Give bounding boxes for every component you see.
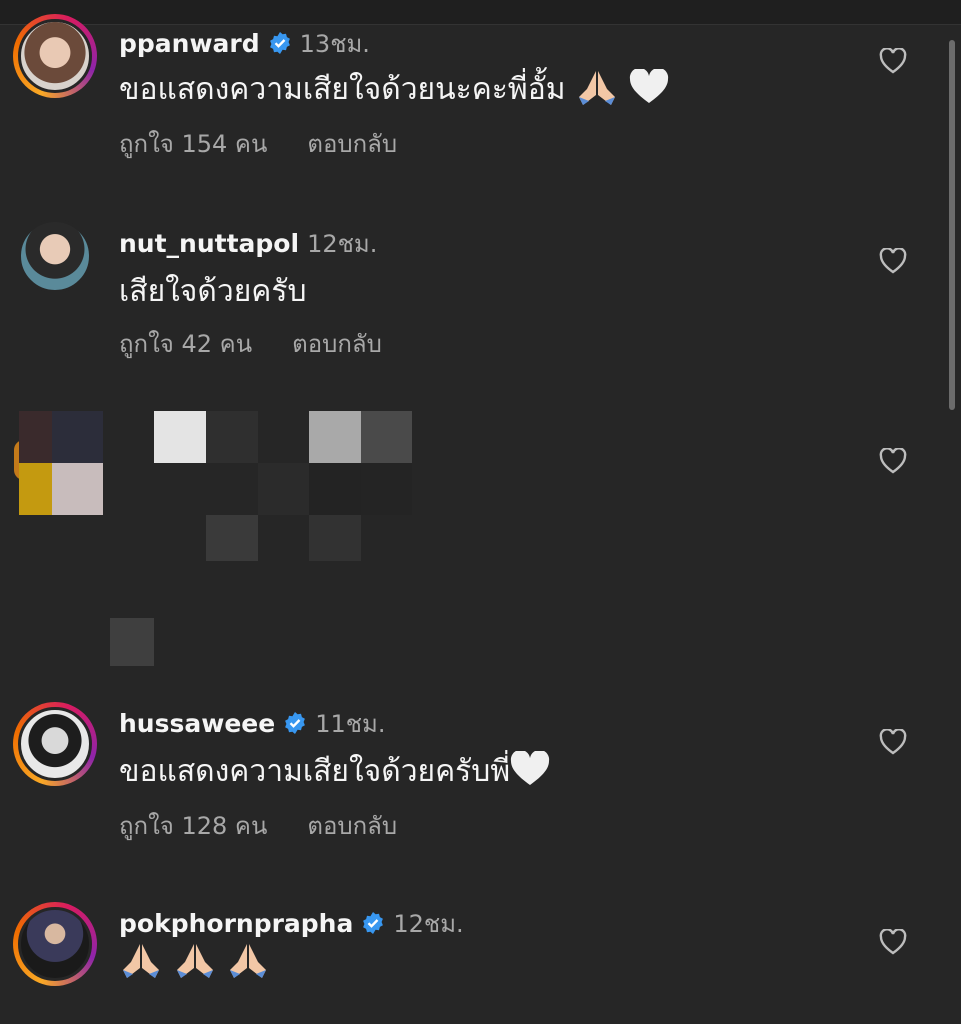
comment-time: 11ชม. [315, 710, 386, 738]
comment-time: 12ชม. [393, 910, 464, 938]
reply-button[interactable]: ตอบกลับ [307, 812, 397, 840]
pixelated-block [110, 618, 154, 666]
username[interactable]: pokphornprapha [119, 909, 353, 938]
pixelated-block [361, 411, 412, 463]
pixelated-block [154, 411, 206, 463]
comment-header: ppanward 13ชม. [119, 24, 370, 63]
verified-badge-icon [269, 32, 290, 54]
pixelated-block [258, 463, 309, 515]
comment-time: 13ชม. [299, 30, 370, 58]
avatar [18, 19, 92, 93]
comment-header: hussaweee 11ชม. [119, 704, 385, 743]
username[interactable]: hussaweee [119, 709, 275, 738]
folded-hands-emoji [119, 940, 163, 988]
folded-hands-emoji [173, 940, 217, 988]
avatar-wrapper[interactable] [13, 214, 97, 298]
heart-outline-icon[interactable] [879, 448, 907, 474]
comment-text: เสียใจด้วยครับ [119, 274, 307, 309]
pixelated-block [206, 411, 258, 463]
white-heart-emoji [510, 749, 550, 795]
avatar-story-ring[interactable] [13, 902, 97, 986]
pixelated-block [19, 463, 52, 515]
like-count[interactable]: ถูกใจ 154 คน [119, 130, 267, 158]
pixelated-block [206, 515, 258, 561]
reply-button[interactable]: ตอบกลับ [307, 130, 397, 158]
verified-badge-icon [363, 912, 384, 934]
comment-time: 12ชม. [307, 230, 378, 258]
comment-text-row: ขอแสดงความเสียใจด้วยนะคะพี่อั้ม [119, 66, 669, 115]
heart-outline-icon[interactable] [879, 248, 907, 274]
avatar [18, 907, 92, 981]
verified-badge-icon [285, 712, 306, 734]
comment-text-row [119, 940, 270, 988]
comment-meta: ถูกใจ 128 คน ตอบกลับ [119, 806, 437, 845]
username[interactable]: ppanward [119, 29, 260, 58]
scrollbar[interactable] [949, 40, 955, 410]
pixelated-block [361, 463, 412, 515]
top-bar [0, 0, 961, 25]
heart-outline-icon[interactable] [879, 929, 907, 955]
pixelated-block [19, 411, 52, 463]
heart-outline-icon[interactable] [879, 729, 907, 755]
heart-outline-icon[interactable] [879, 48, 907, 74]
comment-meta: ถูกใจ 42 คน ตอบกลับ [119, 324, 422, 363]
avatar-story-ring[interactable] [13, 14, 97, 98]
avatar-story-ring[interactable] [13, 702, 97, 786]
comment-meta: ถูกใจ 154 คน ตอบกลับ [119, 124, 437, 163]
folded-hands-emoji [226, 940, 270, 988]
white-heart-emoji [629, 67, 669, 113]
comment-text: ขอแสดงความเสียใจด้วยนะคะพี่อั้ม [119, 72, 576, 107]
avatar [18, 707, 92, 781]
folded-hands-emoji [575, 67, 619, 115]
pixelated-block [52, 411, 103, 463]
pixelated-block [309, 411, 361, 463]
reply-button[interactable]: ตอบกลับ [292, 330, 382, 358]
like-count[interactable]: ถูกใจ 128 คน [119, 812, 267, 840]
username[interactable]: nut_nuttapol [119, 229, 299, 258]
comment-header: pokphornprapha 12ชม. [119, 904, 464, 943]
pixelated-block [52, 463, 103, 515]
pixelated-block [309, 463, 361, 515]
comment-text-row: ขอแสดงความเสียใจด้วยครับพี่ [119, 748, 550, 795]
avatar [18, 219, 92, 293]
comment-text: ขอแสดงความเสียใจด้วยครับพี่ [119, 754, 511, 789]
comment-header: nut_nuttapol 12ชม. [119, 224, 377, 263]
like-count[interactable]: ถูกใจ 42 คน [119, 330, 252, 358]
pixelated-block [309, 515, 361, 561]
